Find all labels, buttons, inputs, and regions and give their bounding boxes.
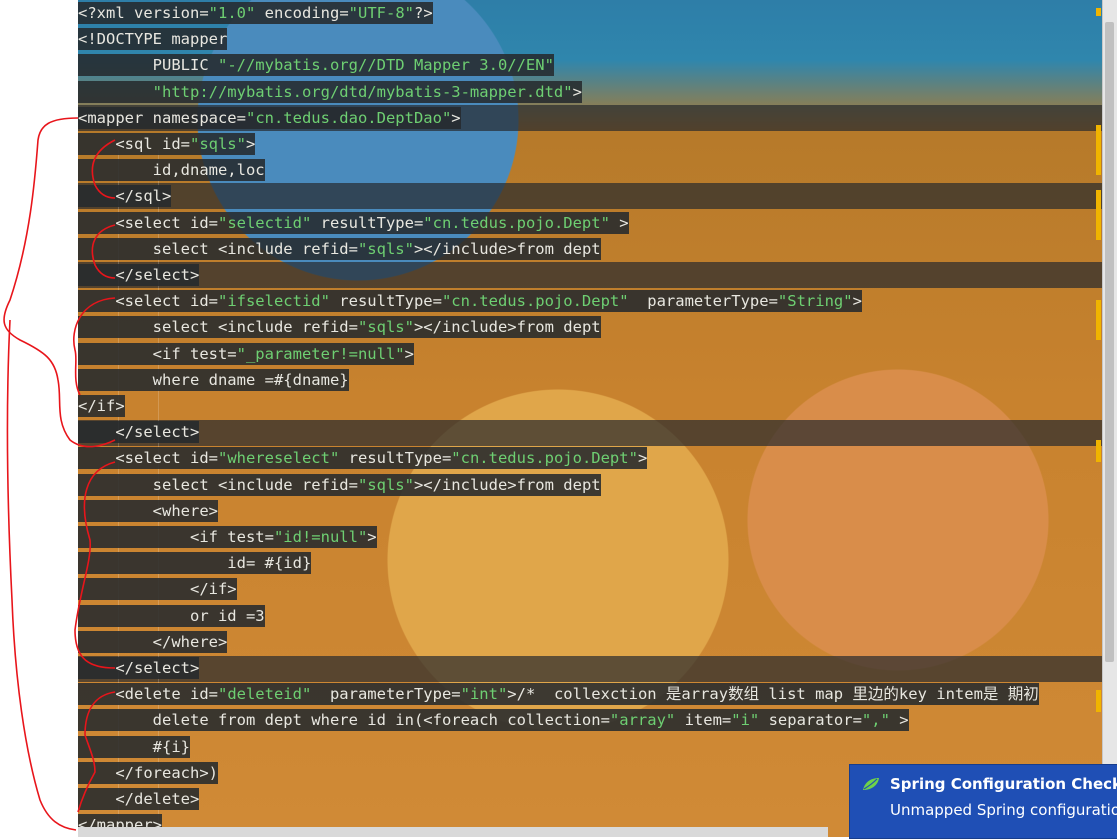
error-stripe-marker[interactable] (1096, 8, 1101, 16)
code-line-text: select <include refid="sqls"></include>f… (78, 473, 601, 496)
code-line[interactable]: </sql> (78, 183, 1117, 209)
error-stripe-marker[interactable] (1096, 125, 1101, 175)
code-line[interactable]: <mapper namespace="cn.tedus.dao.DeptDao"… (78, 105, 1117, 131)
code-line[interactable]: select <include refid="sqls"></include>f… (78, 472, 1117, 498)
code-line-text: select <include refid="sqls"></include>f… (78, 237, 601, 260)
code-line[interactable]: select <include refid="sqls"></include>f… (78, 314, 1117, 340)
notification-title: Spring Configuration Check (890, 775, 1117, 793)
red-annotation-scribble (3, 117, 116, 831)
error-stripe-marker[interactable] (1096, 190, 1101, 240)
code-line-text: delete from dept where id in(<foreach co… (78, 709, 909, 732)
code-line[interactable]: <if test="_parameter!=null"> (78, 341, 1117, 367)
code-line[interactable]: or id =3 (78, 603, 1117, 629)
code-line[interactable]: "http://mybatis.org/dtd/mybatis-3-mapper… (78, 79, 1117, 105)
code-line-text: PUBLIC "-//mybatis.org//DTD Mapper 3.0//… (78, 54, 554, 77)
code-line[interactable]: <delete id="deleteid" parameterType="int… (78, 681, 1117, 707)
code-line-text: select <include refid="sqls"></include>f… (78, 316, 601, 339)
code-line[interactable]: <select id="ifselectid" resultType="cn.t… (78, 288, 1117, 314)
code-line-text: <select id="whereselect" resultType="cn.… (78, 447, 648, 470)
code-line[interactable]: </if> (78, 576, 1117, 602)
error-stripe-marker[interactable] (1096, 300, 1101, 340)
code-line[interactable]: <select id="whereselect" resultType="cn.… (78, 445, 1117, 471)
code-line[interactable]: </if> (78, 393, 1117, 419)
scroll-thumb[interactable] (1105, 22, 1114, 662)
vertical-scrollbar[interactable] (1102, 0, 1117, 837)
code-line[interactable]: id,dname,loc (78, 157, 1117, 183)
code-line[interactable]: #{i} (78, 734, 1117, 760)
code-line[interactable]: </select> (78, 262, 1117, 288)
code-line[interactable]: where dname =#{dname} (78, 367, 1117, 393)
code-line-text: "http://mybatis.org/dtd/mybatis-3-mapper… (78, 80, 582, 103)
spring-leaf-icon (863, 778, 879, 790)
code-line[interactable]: <select id="selectid" resultType="cn.ted… (78, 210, 1117, 236)
error-stripe-marker[interactable] (1096, 690, 1101, 712)
code-line[interactable]: select <include refid="sqls"></include>f… (78, 236, 1117, 262)
code-line[interactable]: </select> (78, 419, 1117, 445)
horizontal-scrollbar[interactable] (78, 827, 828, 837)
code-line[interactable]: <?xml version="1.0" encoding="UTF-8"?> (78, 0, 1117, 26)
code-line[interactable]: <where> (78, 498, 1117, 524)
code-line-text: <select id="ifselectid" resultType="cn.t… (78, 290, 862, 313)
notification-body: Unmapped Spring configuration (890, 801, 1117, 819)
code-line[interactable]: </where> (78, 629, 1117, 655)
code-line[interactable]: <if test="id!=null"> (78, 524, 1117, 550)
code-line[interactable]: id= #{id} (78, 550, 1117, 576)
code-line[interactable]: PUBLIC "-//mybatis.org//DTD Mapper 3.0//… (78, 52, 1117, 78)
code-line[interactable]: delete from dept where id in(<foreach co… (78, 707, 1117, 733)
code-line-text: <delete id="deleteid" parameterType="int… (78, 683, 1039, 706)
code-line-text: <select id="selectid" resultType="cn.ted… (78, 211, 629, 234)
code-editor[interactable]: <?xml version="1.0" encoding="UTF-8"?> <!… (78, 0, 1117, 837)
code-line[interactable]: <!DOCTYPE mapper (78, 26, 1117, 52)
code-line[interactable]: <sql id="sqls"> (78, 131, 1117, 157)
spring-config-notification[interactable]: Spring Configuration Check Unmapped Spri… (849, 764, 1117, 839)
code-line[interactable]: </select> (78, 655, 1117, 681)
error-stripe-marker[interactable] (1096, 440, 1101, 462)
